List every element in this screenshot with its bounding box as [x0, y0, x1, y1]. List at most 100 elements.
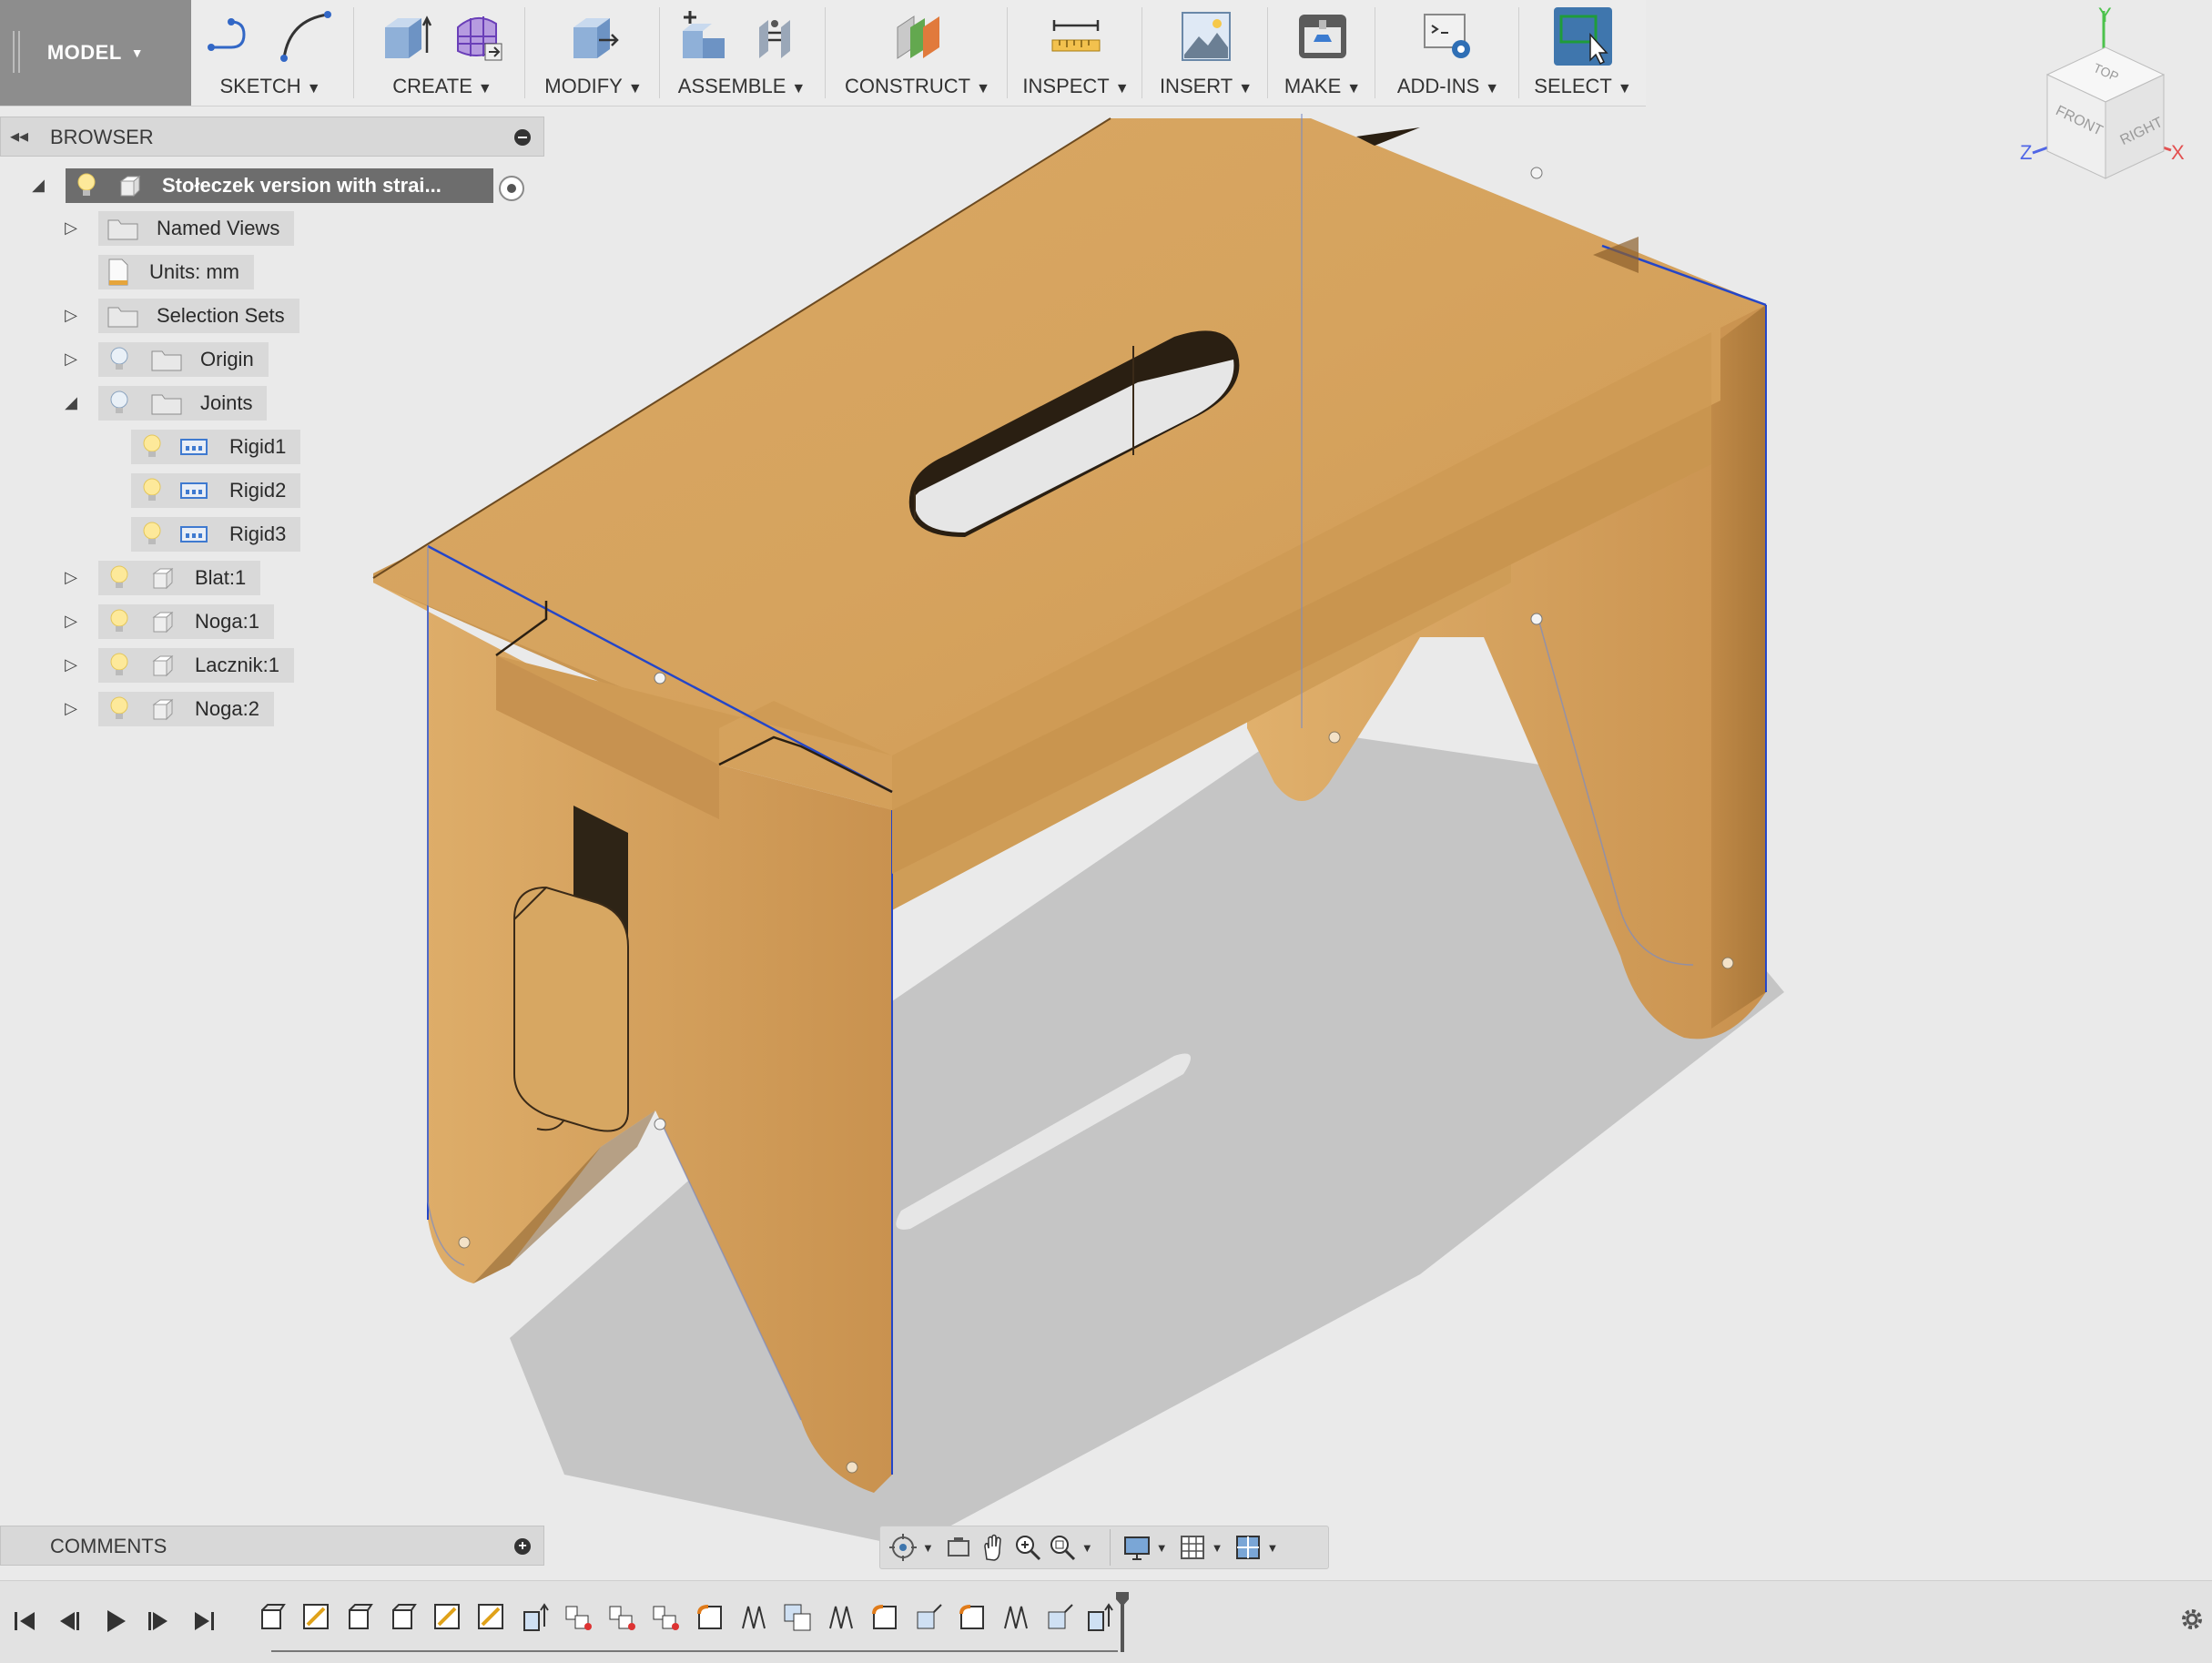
visibility-bulb-icon[interactable] — [140, 521, 164, 548]
browser-chip-noga2[interactable]: Noga:2 — [98, 692, 274, 726]
timeline-sketch-icon[interactable] — [475, 1601, 508, 1634]
timeline-joint-move-icon[interactable] — [737, 1601, 770, 1634]
toolbar-group-construct[interactable]: CONSTRUCT ▼ — [830, 0, 1005, 106]
3d-print-icon[interactable] — [1294, 7, 1352, 66]
pan-hand-icon[interactable] — [978, 1532, 1009, 1563]
step-back-icon[interactable] — [53, 1605, 86, 1638]
offset-plane-icon[interactable] — [888, 7, 947, 66]
gear-icon[interactable] — [2177, 1605, 2207, 1634]
browser-chip-noga1[interactable]: Noga:1 — [98, 604, 274, 639]
timeline-component-icon[interactable] — [344, 1601, 377, 1634]
model-viewport[interactable] — [346, 91, 1821, 1547]
extrude-icon[interactable] — [378, 7, 436, 66]
add-comment-icon[interactable]: + — [514, 1538, 531, 1555]
timeline-move-icon[interactable] — [912, 1601, 945, 1634]
chevron-down-icon[interactable]: ▼ — [1081, 1541, 1093, 1555]
expanded-triangle-icon[interactable]: ◢ — [27, 176, 49, 195]
browser-chip-named-views[interactable]: Named Views — [98, 211, 295, 246]
timeline-component-icon[interactable] — [388, 1601, 421, 1634]
orbit-icon[interactable] — [888, 1532, 918, 1563]
timeline-playhead[interactable] — [1116, 1592, 1129, 1652]
visibility-bulb-icon[interactable] — [140, 433, 164, 461]
visibility-bulb-icon[interactable] — [107, 695, 131, 723]
visibility-bulb-icon[interactable] — [107, 346, 131, 373]
browser-chip-joints[interactable]: Joints — [98, 386, 268, 421]
toolbar-group-add-ins[interactable]: ADD-INS ▼ — [1380, 0, 1517, 106]
workspace-switcher[interactable]: MODEL ▼ — [0, 0, 191, 106]
toolbar-group-inspect[interactable]: INSPECT ▼ — [1012, 0, 1140, 106]
browser-chip-selection-sets[interactable]: Selection Sets — [98, 299, 299, 333]
look-at-icon[interactable] — [943, 1532, 974, 1563]
sketch-line-icon[interactable] — [206, 7, 264, 66]
visibility-bulb-icon[interactable] — [107, 390, 131, 417]
panel-pin-icon[interactable] — [514, 129, 531, 146]
toolbar-group-insert[interactable]: INSERT ▼ — [1147, 0, 1265, 106]
collapsed-triangle-icon[interactable]: ▷ — [60, 306, 82, 325]
insert-image-icon[interactable] — [1177, 7, 1235, 66]
timeline-extrude-icon[interactable] — [1083, 1601, 1116, 1634]
select-window-icon[interactable] — [1554, 7, 1612, 66]
visibility-bulb-icon[interactable] — [107, 652, 131, 679]
collapsed-triangle-icon[interactable]: ▷ — [60, 218, 82, 238]
toolbar-grip[interactable] — [13, 31, 20, 73]
timeline-joint-icon[interactable] — [650, 1601, 683, 1634]
expanded-triangle-icon[interactable]: ◢ — [60, 393, 82, 412]
viewports-icon[interactable] — [1233, 1532, 1263, 1563]
display-settings-icon[interactable] — [1121, 1532, 1152, 1563]
timeline-joint-icon[interactable] — [563, 1601, 595, 1634]
browser-chip-lacznik[interactable]: Lacznik:1 — [98, 648, 294, 683]
toolbar-group-sketch[interactable]: SKETCH ▼ — [195, 0, 346, 106]
sketch-arc-icon[interactable] — [277, 7, 335, 66]
browser-root-item[interactable]: Stołeczek version with strai... — [66, 168, 493, 203]
zoom-icon[interactable] — [1012, 1532, 1043, 1563]
press-pull-icon[interactable] — [564, 7, 623, 66]
timeline-fillet-icon[interactable] — [956, 1601, 989, 1634]
visibility-bulb-icon[interactable] — [107, 608, 131, 635]
timeline-joint-icon[interactable] — [606, 1601, 639, 1634]
fit-window-icon[interactable] — [1047, 1532, 1078, 1563]
step-forward-icon[interactable] — [142, 1605, 175, 1638]
browser-chip-rigid3[interactable]: Rigid3 — [131, 517, 301, 552]
timeline-extrude-icon[interactable] — [519, 1601, 552, 1634]
go-to-end-icon[interactable] — [188, 1605, 220, 1638]
measure-icon[interactable] — [1047, 7, 1105, 66]
browser-panel-header[interactable]: ◂◂ BROWSER — [0, 117, 544, 157]
collapsed-triangle-icon[interactable]: ▷ — [60, 350, 82, 369]
comments-panel-header[interactable]: COMMENTS + — [0, 1526, 544, 1566]
chevron-down-icon[interactable]: ▼ — [1156, 1541, 1168, 1555]
chevron-down-icon[interactable]: ▼ — [922, 1541, 934, 1555]
timeline-joint-move-icon[interactable] — [825, 1601, 857, 1634]
timeline-component-icon[interactable] — [257, 1601, 289, 1634]
form-icon[interactable] — [449, 7, 507, 66]
timeline-combine-icon[interactable] — [781, 1601, 814, 1634]
chevron-down-icon[interactable]: ▼ — [1212, 1541, 1223, 1555]
timeline-fillet-icon[interactable] — [694, 1601, 726, 1634]
browser-chip-origin[interactable]: Origin — [98, 342, 269, 377]
timeline-sketch-icon[interactable] — [300, 1601, 333, 1634]
toolbar-group-select[interactable]: SELECT ▼ — [1526, 0, 1640, 106]
browser-chip-rigid1[interactable]: Rigid1 — [131, 430, 301, 464]
joint-icon[interactable] — [748, 7, 807, 66]
new-component-icon[interactable] — [677, 7, 736, 66]
toolbar-group-modify[interactable]: MODIFY ▼ — [532, 0, 655, 106]
collapsed-triangle-icon[interactable]: ▷ — [60, 699, 82, 718]
toolbar-group-make[interactable]: MAKE ▼ — [1273, 0, 1373, 106]
go-to-beginning-icon[interactable] — [9, 1605, 42, 1638]
toolbar-group-assemble[interactable]: ASSEMBLE ▼ — [665, 0, 819, 106]
play-icon[interactable] — [98, 1605, 131, 1638]
timeline-fillet-icon[interactable] — [868, 1601, 901, 1634]
scripts-addins-icon[interactable] — [1419, 7, 1477, 66]
collapsed-triangle-icon[interactable]: ▷ — [60, 568, 82, 587]
timeline-move-icon[interactable] — [1043, 1601, 1076, 1634]
browser-chip-units[interactable]: Units: mm — [98, 255, 254, 289]
timeline-joint-move-icon[interactable] — [999, 1601, 1032, 1634]
activate-component-radio[interactable] — [499, 176, 524, 201]
toolbar-group-create[interactable]: CREATE ▼ — [360, 0, 524, 106]
collapsed-triangle-icon[interactable]: ▷ — [60, 612, 82, 631]
view-cube[interactable]: Y Z X TOP FRONT RIGHT — [2007, 0, 2212, 191]
browser-chip-blat[interactable]: Blat:1 — [98, 561, 261, 595]
visibility-bulb-icon[interactable] — [140, 477, 164, 504]
collapse-panel-icon[interactable]: ◂◂ — [10, 125, 28, 147]
grid-settings-icon[interactable] — [1177, 1532, 1208, 1563]
browser-chip-rigid2[interactable]: Rigid2 — [131, 473, 301, 508]
